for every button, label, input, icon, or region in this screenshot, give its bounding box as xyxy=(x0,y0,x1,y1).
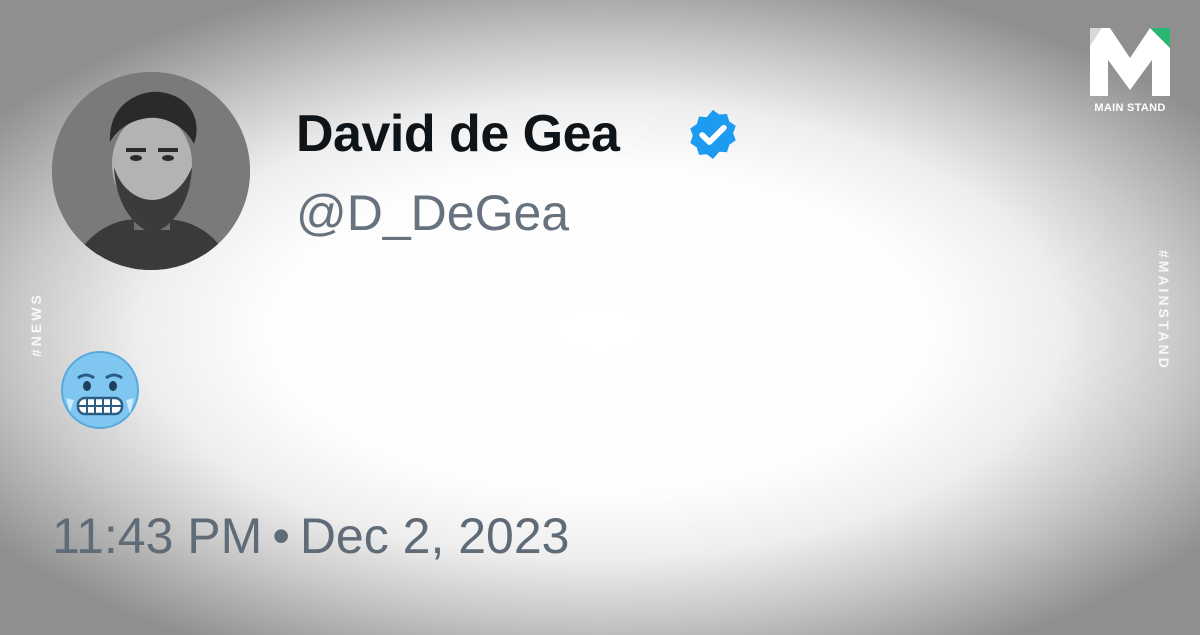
cold-face-emoji xyxy=(61,351,139,429)
display-name[interactable]: David de Gea xyxy=(296,104,620,164)
avatar[interactable] xyxy=(52,72,250,270)
tweet-time: 11:43 PM xyxy=(52,508,263,564)
tweet-screenshot-background: David de Gea @D_DeGea 11:43 PM • Dec 2, 20… xyxy=(0,0,1200,635)
logo-text: MAIN STAND xyxy=(1094,102,1166,114)
main-stand-logo-icon xyxy=(1090,28,1170,96)
mainstand-tag-watermark: #MAINSTAND xyxy=(1156,250,1172,371)
timestamp-separator: • xyxy=(272,508,290,564)
verified-badge-icon xyxy=(690,109,736,159)
profile-photo xyxy=(52,72,250,270)
tweet-timestamp[interactable]: 11:43 PM • Dec 2, 2023 xyxy=(52,507,569,565)
main-stand-logo: MAIN STAND xyxy=(1088,24,1172,116)
user-handle[interactable]: @D_DeGea xyxy=(296,184,569,242)
news-tag-watermark: #NEWS xyxy=(28,292,44,357)
tweet-date: Dec 2, 2023 xyxy=(299,508,570,564)
